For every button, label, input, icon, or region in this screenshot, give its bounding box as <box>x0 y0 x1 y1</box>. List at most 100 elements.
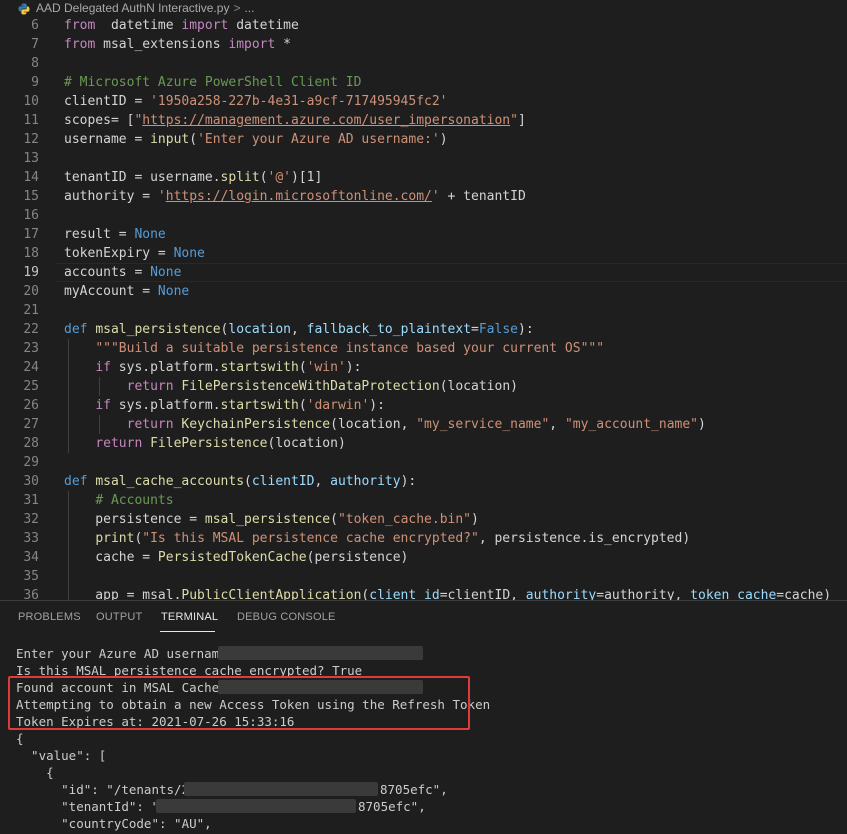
panel-tabs: PROBLEMS OUTPUT TERMINAL DEBUG CONSOLE <box>0 601 847 635</box>
code-line[interactable]: 10 clientID = '1950a258-227b-4e31-a9cf-71… <box>0 92 847 111</box>
breadcrumb-more[interactable]: ... <box>244 0 254 17</box>
line-number: 6 <box>31 18 39 33</box>
terminal-line: "countryCode": "AU", <box>16 816 212 831</box>
code-line[interactable]: 31 # Accounts <box>0 491 847 510</box>
line-number: 32 <box>23 512 39 527</box>
code-line[interactable]: 33 print("Is this MSAL persistence cache… <box>0 529 847 548</box>
active-tab-indicator <box>160 631 215 632</box>
code-line[interactable]: 15 authority = 'https://login.microsofton… <box>0 187 847 206</box>
python-file-icon <box>18 3 30 14</box>
breadcrumb: AAD Delegated AuthN Interactive.py > ... <box>0 0 847 17</box>
code-text: app = msal.PublicClientApplication(clien… <box>64 588 832 600</box>
code-line[interactable]: 22 def msal_persistence(location, fallbac… <box>0 320 847 339</box>
code-text: if sys.platform.startswith('win'): <box>95 360 362 375</box>
code-line[interactable]: 17 result = None <box>0 225 847 244</box>
code-line[interactable]: 26 if sys.platform.startswith('darwin'): <box>0 396 847 415</box>
code-line[interactable]: 34 cache = PersistedTokenCache(persisten… <box>0 548 847 567</box>
code-line[interactable]: 7 from msal_extensions import * <box>0 35 847 54</box>
code-text: def msal_persistence(location, fallback_… <box>64 322 534 337</box>
tab-problems[interactable]: PROBLEMS <box>18 611 81 623</box>
line-number: 30 <box>23 474 39 489</box>
line-number: 16 <box>23 208 39 223</box>
redacted-tenant-id <box>184 782 378 796</box>
code-text: if sys.platform.startswith('darwin'): <box>95 398 385 413</box>
code-editor[interactable]: 6 from datetime import datetime 7 from msal… <box>0 0 847 600</box>
code-line[interactable]: 19 accounts = None <box>0 263 847 282</box>
line-number: 25 <box>23 379 39 394</box>
line-number: 34 <box>23 550 39 565</box>
code-text: scopes= ["https://management.azure.com/u… <box>64 113 526 128</box>
highlight-annotation <box>8 676 470 730</box>
code-line[interactable]: 12 username = input('Enter your Azure AD … <box>0 130 847 149</box>
terminal-line-suffix: 8705efc", <box>358 799 426 814</box>
line-number: 17 <box>23 227 39 242</box>
code-text: return FilePersistence(location) <box>95 436 346 451</box>
code-line[interactable]: 35 <box>0 567 847 586</box>
terminal-line: "value": [ <box>16 748 107 763</box>
code-text: result = None <box>64 227 166 242</box>
terminal-line: Enter your Azure AD username: <box>16 646 235 661</box>
code-line[interactable]: 29 <box>0 453 847 472</box>
code-line[interactable]: 28 return FilePersistence(location) <box>0 434 847 453</box>
line-number: 20 <box>23 284 39 299</box>
breadcrumb-separator: > <box>233 1 241 15</box>
code-text: persistence = msal_persistence("token_ca… <box>64 512 479 527</box>
line-number: 28 <box>23 436 39 451</box>
code-text: clientID = '1950a258-227b-4e31-a9cf-7174… <box>64 94 448 109</box>
code-line[interactable]: 30 def msal_cache_accounts(clientID, auth… <box>0 472 847 491</box>
indent-guide <box>99 415 101 434</box>
code-text: from msal_extensions import * <box>64 37 291 52</box>
line-number: 7 <box>31 37 39 52</box>
tab-terminal[interactable]: TERMINAL <box>161 611 218 623</box>
redacted-username <box>218 646 423 660</box>
code-line[interactable]: 27 return KeychainPersistence(location, … <box>0 415 847 434</box>
line-number: 35 <box>23 569 39 584</box>
line-number: 12 <box>23 132 39 147</box>
indent-guide <box>99 377 101 396</box>
code-line[interactable]: 24 if sys.platform.startswith('win'): <box>0 358 847 377</box>
code-text: return KeychainPersistence(location, "my… <box>126 417 706 432</box>
terminal-line: { <box>16 765 54 780</box>
indent-guide <box>68 491 69 600</box>
terminal-line: "tenantId": " <box>16 799 159 814</box>
breadcrumb-file[interactable]: AAD Delegated AuthN Interactive.py <box>36 0 229 17</box>
code-line[interactable]: 6 from datetime import datetime <box>0 16 847 35</box>
line-number: 33 <box>23 531 39 546</box>
redacted-tenant-id <box>156 799 356 813</box>
tab-debug-console[interactable]: DEBUG CONSOLE <box>237 611 336 623</box>
line-number: 36 <box>23 588 39 600</box>
code-line[interactable]: 8 <box>0 54 847 73</box>
line-number: 23 <box>23 341 39 356</box>
line-number: 24 <box>23 360 39 375</box>
code-line[interactable]: 20 myAccount = None <box>0 282 847 301</box>
code-line[interactable]: 13 <box>0 149 847 168</box>
tab-output[interactable]: OUTPUT <box>96 611 142 623</box>
indent-guide <box>68 339 69 453</box>
line-number: 11 <box>23 113 39 128</box>
code-text: authority = 'https://login.microsoftonli… <box>64 189 526 204</box>
code-line[interactable]: 32 persistence = msal_persistence("token… <box>0 510 847 529</box>
code-line[interactable]: 14 tenantID = username.split('@')[1] <box>0 168 847 187</box>
code-line[interactable]: 9 # Microsoft Azure PowerShell Client ID <box>0 73 847 92</box>
line-number: 18 <box>23 246 39 261</box>
code-line[interactable]: 23 """Build a suitable persistence insta… <box>0 339 847 358</box>
code-text: return FilePersistenceWithDataProtection… <box>126 379 518 394</box>
terminal-line: { <box>16 731 24 746</box>
line-number: 29 <box>23 455 39 470</box>
line-number: 21 <box>23 303 39 318</box>
code-text: def msal_cache_accounts(clientID, author… <box>64 474 417 489</box>
code-line[interactable]: 16 <box>0 206 847 225</box>
code-text: print("Is this MSAL persistence cache en… <box>95 531 691 546</box>
code-line[interactable]: 25 return FilePersistenceWithDataProtect… <box>0 377 847 396</box>
code-text: # Accounts <box>95 493 174 508</box>
code-text: tenantID = username.split('@')[1] <box>64 170 323 185</box>
code-line[interactable]: 36 app = msal.PublicClientApplication(cl… <box>0 586 847 600</box>
code-text: # Microsoft Azure PowerShell Client ID <box>64 75 362 90</box>
code-text: tokenExpiry = None <box>64 246 205 261</box>
code-line[interactable]: 21 <box>0 301 847 320</box>
code-line[interactable]: 18 tokenExpiry = None <box>0 244 847 263</box>
code-text: myAccount = None <box>64 284 190 299</box>
line-number: 31 <box>23 493 39 508</box>
code-line[interactable]: 11 scopes= ["https://management.azure.com… <box>0 111 847 130</box>
line-number: 13 <box>23 151 39 166</box>
